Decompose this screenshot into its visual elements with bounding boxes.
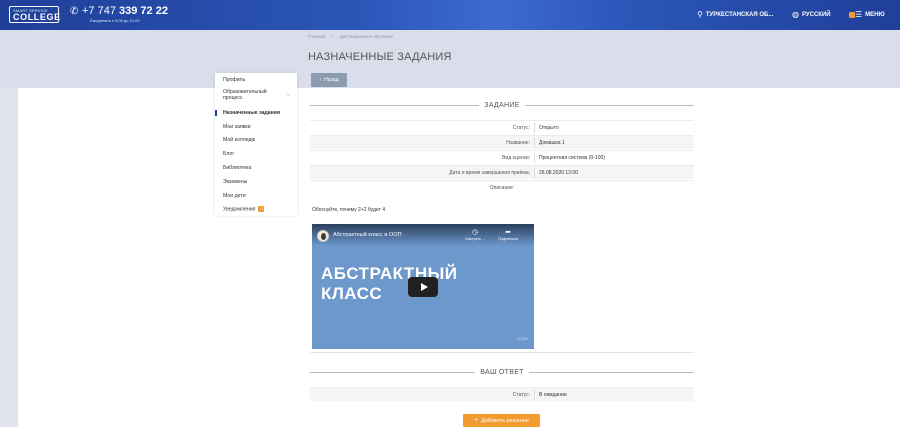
phone-prefix: +7 747	[82, 5, 116, 17]
sidebar-item-label: Образовательный процесс	[223, 89, 267, 101]
sidebar-item-label: Блог	[223, 151, 235, 157]
sidebar-item-my-children[interactable]: Мои дети	[215, 193, 297, 199]
description-label: Описание:	[489, 185, 515, 191]
task-section-header: ЗАДАНИЕ	[310, 101, 694, 109]
location-pin-icon: ⚲	[697, 10, 703, 19]
deadline-label: Дата и время завершения приёма:	[449, 170, 530, 176]
back-button-label: Назад	[324, 77, 339, 83]
menu-icon: ☰	[855, 10, 863, 19]
divider-line	[310, 352, 694, 353]
column-divider	[534, 138, 535, 148]
sidebar-item-label: Мои дети	[223, 193, 246, 199]
grading-type-label: Вид оценки:	[502, 155, 530, 161]
play-icon	[420, 283, 428, 291]
phone-icon: ✆	[70, 6, 79, 17]
sidebar-item-label: Библиотека	[223, 165, 252, 171]
menu-label: МЕНЮ	[865, 11, 885, 18]
globe-icon: ◍	[792, 10, 799, 19]
region-selector[interactable]: ⚲ ТУРКЕСТАНСКАЯ ОБ...	[697, 10, 773, 19]
sidebar-item-label: Мои заявки	[223, 124, 251, 130]
divider-line	[310, 371, 476, 373]
table-row: Статус: В ожидании	[310, 387, 694, 401]
description-text: Обоснуйте, почему 2+2 будет 4	[312, 207, 385, 213]
add-solution-button[interactable]: + Добавить решение	[463, 414, 540, 427]
table-row: Дата и время завершения приёма: 26.08.20…	[310, 165, 694, 179]
table-row: Описание:	[310, 180, 694, 194]
watch-later-label: Смотреть ...	[464, 237, 486, 241]
video-title[interactable]: Абстрактный класс в ООП	[333, 232, 402, 238]
share-button[interactable]: ➦ Поделиться	[495, 229, 521, 241]
sidebar-item-my-college[interactable]: Мой колледж	[215, 137, 297, 143]
sidebar-item-label: Назначенные задания	[223, 110, 281, 116]
chevron-down-icon[interactable]: ⌵	[286, 92, 291, 99]
sidebar-item-profile[interactable]: Профиль	[215, 77, 297, 83]
grading-type-value: Процентная система (0-100)	[539, 155, 605, 161]
name-value: Домашка 1	[539, 140, 565, 146]
notification-count-badge: 0	[258, 206, 265, 212]
breadcrumb: Главная > Дистанционное обучение	[308, 34, 399, 39]
sidebar-item-label: Уведомления	[223, 206, 256, 213]
sidebar-item-library[interactable]: Библиотека	[215, 165, 297, 171]
status-label: Статус:	[512, 125, 530, 131]
answer-section-header: ВАШ ОТВЕТ	[310, 368, 695, 376]
table-row: Название: Домашка 1	[310, 135, 694, 149]
play-button[interactable]	[408, 277, 438, 297]
sidebar-item-exams[interactable]: Экзамены	[215, 179, 297, 185]
menu-button[interactable]: ☰ МЕНЮ	[849, 10, 885, 19]
table-row: Статус: Открыто	[310, 120, 694, 134]
chevron-left-icon: ‹	[319, 77, 322, 83]
column-divider	[534, 168, 535, 178]
divider-line	[524, 104, 694, 106]
sidebar-menu: Профиль Образовательный процесс ⌵ Назнач…	[215, 73, 297, 216]
breadcrumb-current[interactable]: Дистанционное обучение	[340, 34, 393, 39]
sidebar-item-blog[interactable]: Блог	[215, 151, 297, 157]
language-selector[interactable]: ◍ РУССКИЙ	[792, 10, 831, 19]
sidebar-item-assigned-tasks[interactable]: Назначенные задания	[215, 110, 297, 116]
task-section-title: ЗАДАНИЕ	[484, 101, 520, 109]
add-solution-label: Добавить решение	[481, 417, 529, 424]
top-header: SMART SERVICE COLLEGE ✆ +7 747 339 72 22…	[0, 0, 900, 30]
avatar-figure	[321, 233, 326, 240]
column-divider	[534, 123, 535, 133]
answer-section-title: ВАШ ОТВЕТ	[480, 368, 524, 376]
column-divider	[534, 390, 535, 400]
status-value: Открыто	[539, 125, 559, 131]
watch-later-button[interactable]: ◷ Смотреть ...	[462, 229, 488, 241]
working-hours: Ежедневно с 9:00 до 21:00	[90, 18, 140, 23]
license-label: CC-BY	[516, 337, 528, 341]
logo-main-text: COLLEGE	[13, 12, 61, 22]
divider-line	[310, 104, 480, 106]
back-button[interactable]: ‹ Назад	[311, 73, 347, 87]
embedded-video[interactable]: Абстрактный класс в ООП ◷ Смотреть ... ➦…	[312, 224, 534, 349]
sidebar-item-label: Экзамены	[223, 179, 248, 185]
thumbnail-line-2: КЛАСС	[321, 284, 383, 303]
table-row: Вид оценки: Процентная система (0-100)	[310, 150, 694, 164]
answer-status-label: Статус:	[512, 392, 530, 398]
answer-status-value: В ожидании	[539, 392, 567, 398]
sidebar-item-my-requests[interactable]: Мои заявки	[215, 124, 297, 130]
region-label: ТУРКЕСТАНСКАЯ ОБ...	[705, 11, 774, 18]
sidebar-item-notifications[interactable]: Уведомления 0	[215, 206, 297, 212]
phone-main: 339 72 22	[119, 5, 168, 17]
clock-icon: ◷	[471, 229, 479, 236]
sidebar-item-label: Профиль	[223, 77, 246, 83]
column-divider	[534, 153, 535, 163]
phone-number[interactable]: +7 747 339 72 22	[82, 5, 168, 17]
breadcrumb-separator: >	[331, 34, 334, 39]
sidebar-item-education[interactable]: Образовательный процесс	[215, 89, 285, 101]
plus-icon: +	[474, 417, 479, 424]
share-label: Поделиться	[498, 237, 518, 241]
college-logo[interactable]: SMART SERVICE COLLEGE	[9, 6, 61, 23]
channel-avatar[interactable]	[317, 230, 329, 242]
share-arrow-icon: ➦	[505, 229, 511, 236]
language-label: РУССКИЙ	[801, 11, 831, 18]
sidebar-item-label: Мой колледж	[223, 137, 256, 143]
breadcrumb-home[interactable]: Главная	[308, 34, 325, 39]
page-title: НАЗНАЧЕННЫЕ ЗАДАНИЯ	[308, 51, 452, 63]
divider-line	[528, 371, 695, 373]
deadline-value: 26.08.2020 12:00	[539, 170, 578, 176]
name-label: Название:	[506, 140, 530, 146]
